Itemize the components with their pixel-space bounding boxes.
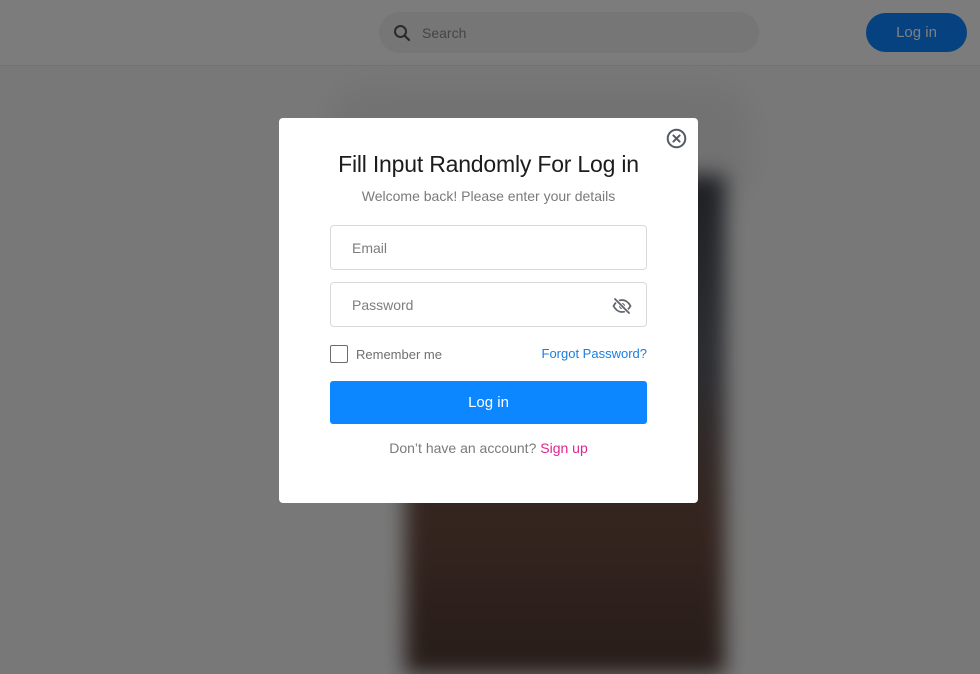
email-field-container [330, 225, 647, 270]
login-modal: Fill Input Randomly For Log in Welcome b… [279, 118, 698, 503]
forgot-password-link[interactable]: Forgot Password? [542, 346, 648, 361]
remember-checkbox[interactable] [330, 345, 348, 363]
remember-label[interactable]: Remember me [356, 347, 442, 362]
email-field[interactable] [331, 226, 646, 269]
signup-prompt: Don’t have an account? [389, 440, 541, 456]
password-field[interactable] [331, 283, 646, 326]
modal-title: Fill Input Randomly For Log in [338, 151, 639, 177]
modal-subtitle: Welcome back! Please enter your details [361, 188, 616, 204]
remember-me: Remember me [330, 345, 442, 363]
login-button[interactable]: Log in [330, 381, 647, 424]
eye-off-icon[interactable] [611, 295, 632, 316]
signup-row: Don’t have an account? Sign up [279, 440, 698, 456]
signup-link[interactable]: Sign up [540, 440, 587, 456]
password-field-container [330, 282, 647, 327]
close-icon[interactable] [666, 128, 687, 149]
